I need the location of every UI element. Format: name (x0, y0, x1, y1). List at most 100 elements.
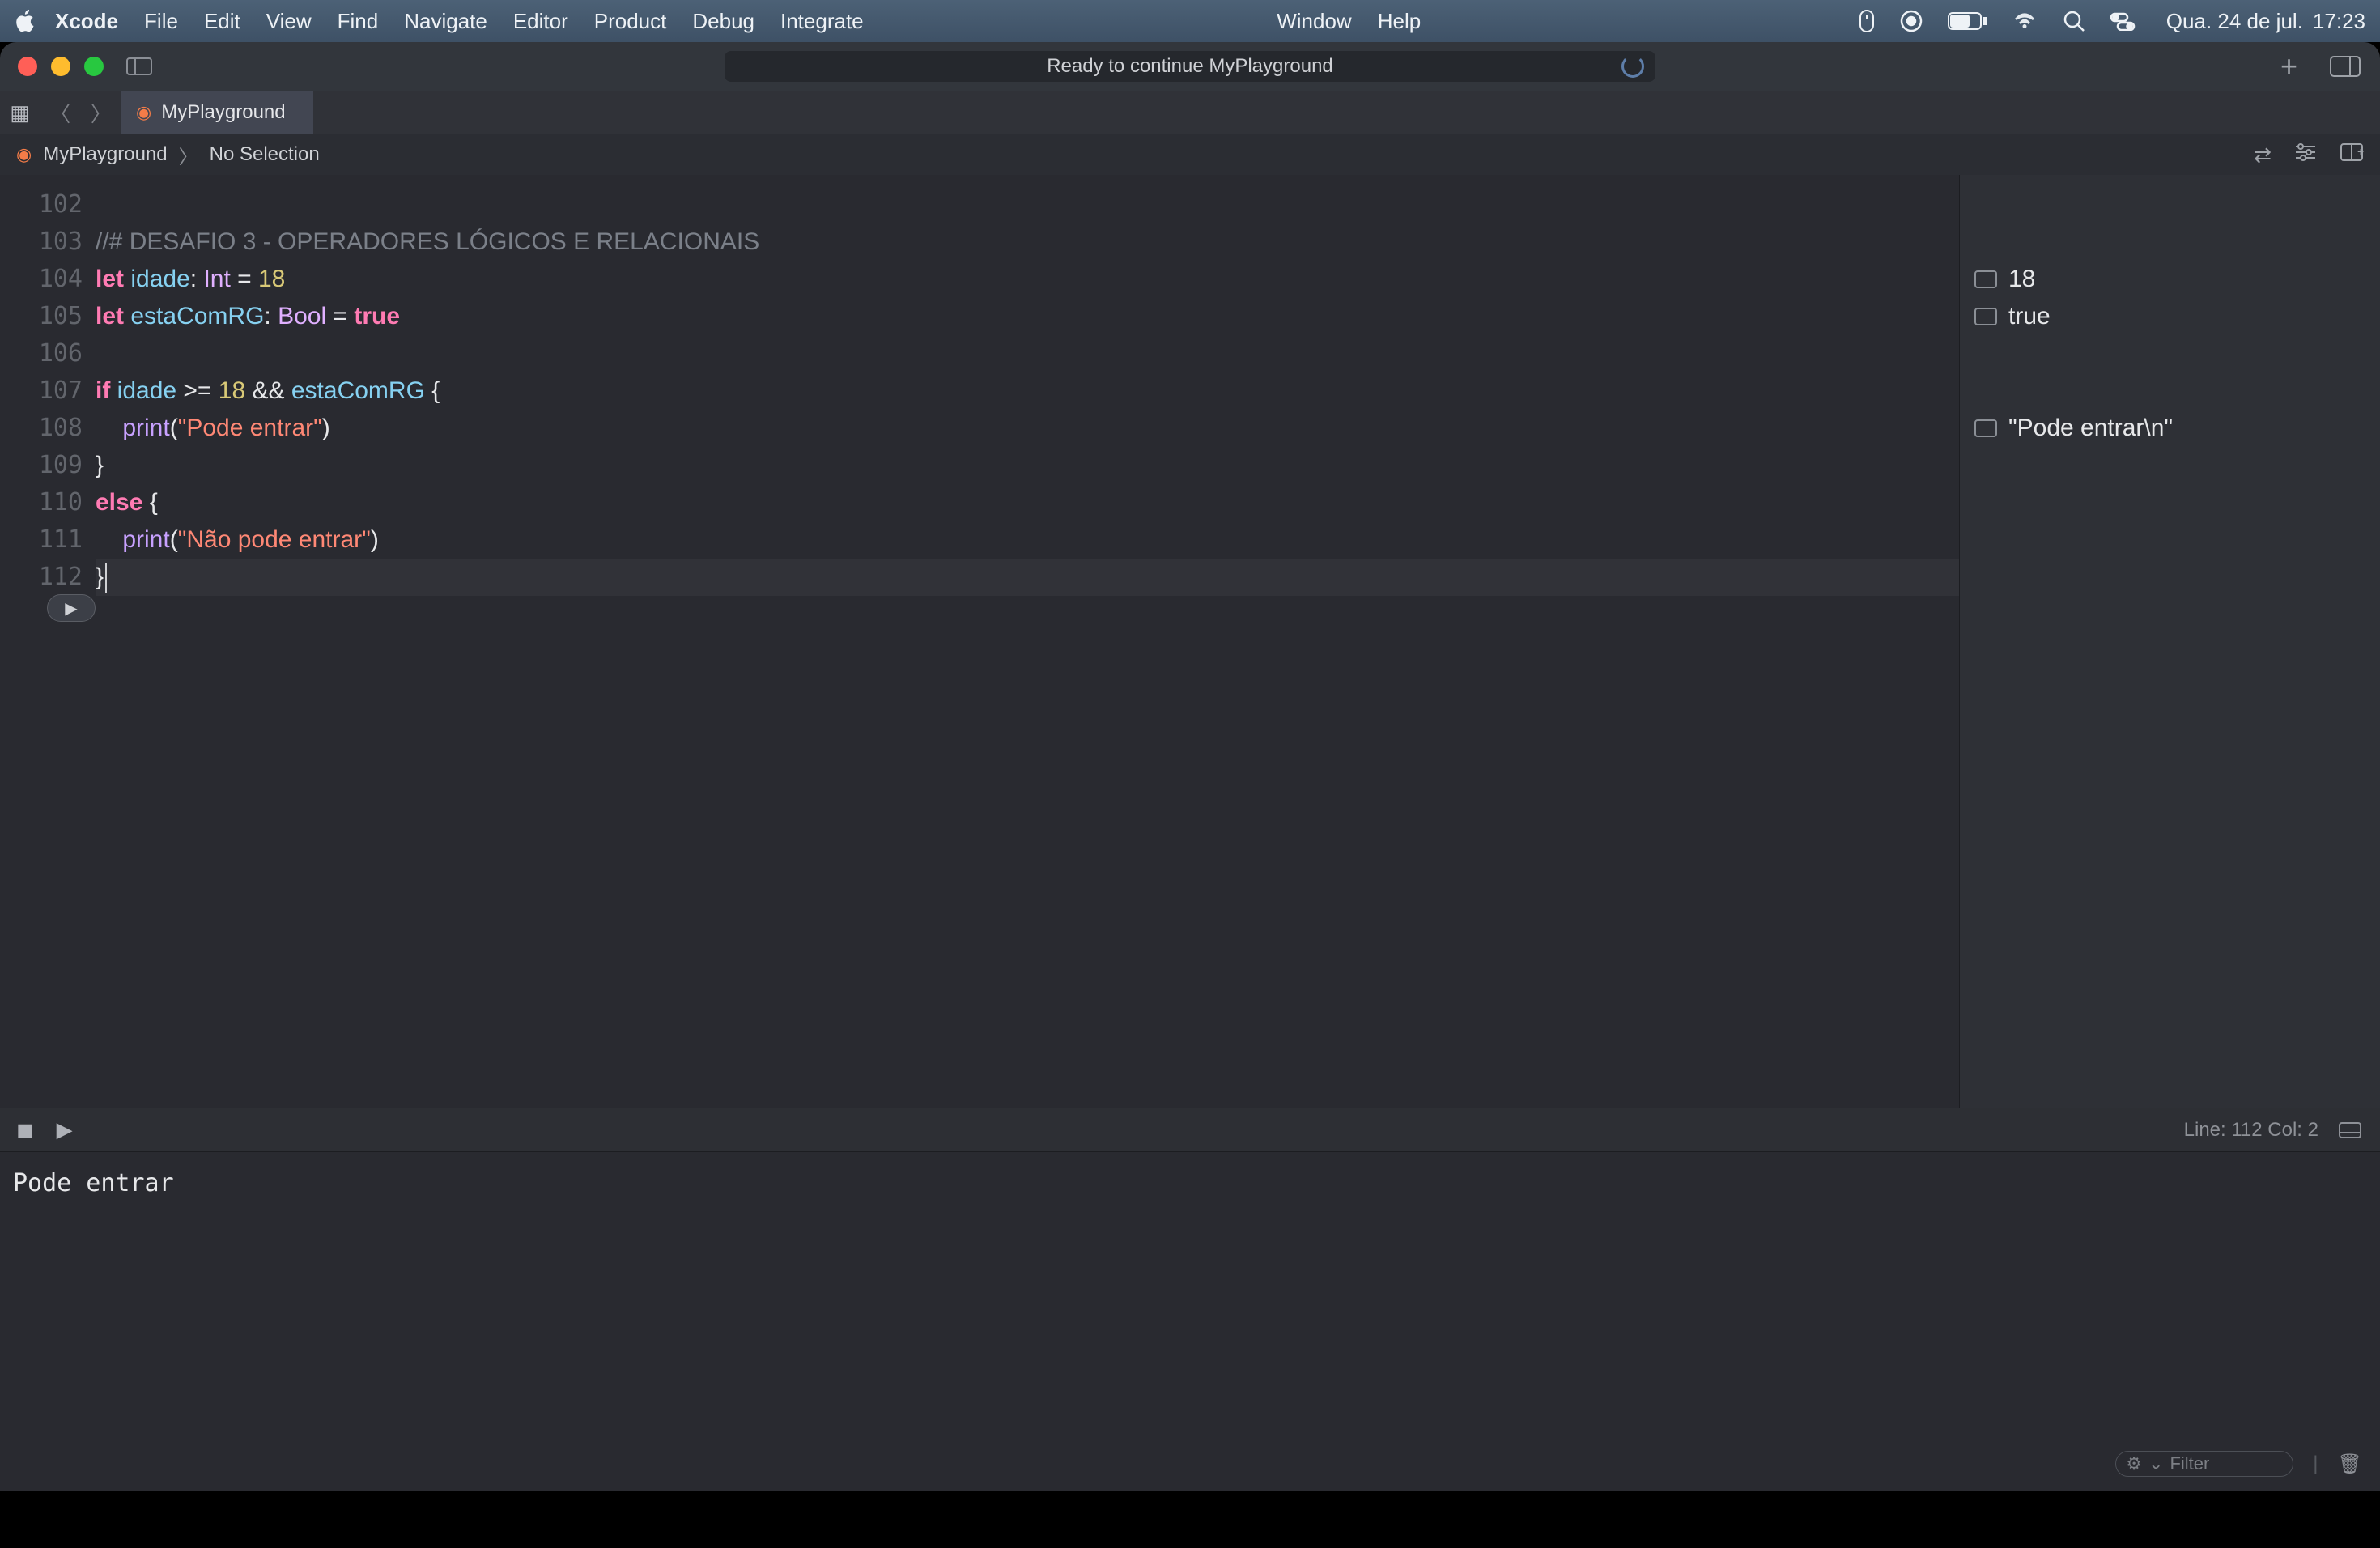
result-row (1960, 186, 2380, 223)
line-gutter: 102103104105106107108109110111112 (0, 175, 96, 1108)
left-sidebar-toggle[interactable] (126, 57, 152, 75)
screen-record-icon[interactable] (1899, 9, 1923, 33)
mouse-icon[interactable] (1859, 9, 1875, 33)
code-line[interactable]: else { (96, 484, 1959, 521)
line-number: 107 (0, 372, 96, 410)
crumb-selection[interactable]: No Selection (210, 143, 320, 166)
menu-debug[interactable]: Debug (692, 9, 754, 34)
result-row[interactable]: "Pode entrar\n" (1960, 410, 2380, 447)
result-value: true (2008, 298, 2051, 335)
tab-bar: ▦ 〈 〉 ◉ MyPlayground (0, 91, 2380, 134)
menu-app[interactable]: Xcode (55, 9, 118, 34)
battery-icon[interactable] (1948, 11, 1987, 31)
crumb-root[interactable]: MyPlayground (43, 143, 167, 166)
line-number: 102 (0, 186, 96, 223)
run-playground-button[interactable]: ▶ (47, 594, 96, 622)
console-filter[interactable]: ⚙ ⌄ Filter (2115, 1451, 2293, 1477)
line-number: 112 (0, 559, 96, 596)
result-row (1960, 223, 2380, 261)
right-sidebar-toggle[interactable] (2330, 56, 2361, 77)
close-button[interactable] (18, 57, 37, 76)
related-items-icon[interactable]: ▦ (10, 100, 30, 125)
code-line[interactable]: } (96, 447, 1959, 484)
current-line-highlight (96, 559, 1959, 596)
swift-icon: ◉ (16, 144, 32, 165)
add-editor-icon[interactable]: + (2340, 142, 2364, 168)
nav-back-icon[interactable]: 〈 (49, 98, 70, 128)
quicklook-icon[interactable] (1974, 270, 1997, 288)
line-number: 103 (0, 223, 96, 261)
cursor-position: Line: 112 Col: 2 (2184, 1119, 2318, 1142)
debug-toolbar: ◼ ▶ Line: 112 Col: 2 (0, 1108, 2380, 1151)
line-number: 111 (0, 521, 96, 559)
zoom-button[interactable] (84, 57, 104, 76)
result-row (1960, 372, 2380, 410)
apple-logo-icon[interactable] (15, 9, 36, 33)
code-line[interactable]: if idade >= 18 && estaComRG { (96, 372, 1959, 410)
result-row (1960, 335, 2380, 372)
line-number: 106 (0, 335, 96, 372)
chevron-down-icon: ⌄ (2148, 1453, 2163, 1474)
activity-status[interactable]: Ready to continue MyPlayground (725, 51, 1655, 82)
code-line[interactable]: //# DESAFIO 3 - OPERADORES LÓGICOS E REL… (96, 223, 1959, 261)
menubar-date[interactable]: Qua. 24 de jul. (2166, 9, 2303, 34)
menu-help[interactable]: Help (1378, 9, 1421, 34)
wifi-icon[interactable] (2011, 11, 2038, 32)
line-number: 104 (0, 261, 96, 298)
play-button[interactable]: ▶ (57, 1117, 73, 1142)
menu-file[interactable]: File (144, 9, 178, 34)
window-titlebar: Ready to continue MyPlayground + (0, 42, 2380, 91)
menu-find[interactable]: Find (338, 9, 379, 34)
menu-edit[interactable]: Edit (204, 9, 240, 34)
nav-forward-icon[interactable]: 〉 (91, 98, 112, 128)
line-number: 105 (0, 298, 96, 335)
menubar-time[interactable]: 17:23 (2313, 9, 2365, 34)
menu-window[interactable]: Window (1277, 9, 1351, 34)
pane-split-icon[interactable] (2338, 1121, 2362, 1139)
menu-product[interactable]: Product (594, 9, 667, 34)
line-number: 109 (0, 447, 96, 484)
jump-bar: ◉ MyPlayground 〉 No Selection ⇄ + (0, 134, 2380, 175)
cycle-icon[interactable]: ⇄ (2254, 142, 2272, 168)
adjust-editor-icon[interactable] (2294, 142, 2317, 168)
tab-myplayground[interactable]: ◉ MyPlayground (121, 91, 313, 134)
code-editor[interactable]: //# DESAFIO 3 - OPERADORES LÓGICOS E REL… (96, 175, 1959, 1108)
status-text: Ready to continue MyPlayground (1047, 55, 1333, 78)
menu-editor[interactable]: Editor (513, 9, 568, 34)
result-row[interactable]: 18 (1960, 261, 2380, 298)
spotlight-icon[interactable] (2063, 10, 2085, 32)
result-value: 18 (2008, 261, 2035, 298)
menu-navigate[interactable]: Navigate (404, 9, 487, 34)
code-line[interactable] (96, 186, 1959, 223)
filter-placeholder: Filter (2170, 1453, 2209, 1474)
code-line[interactable]: print("Não pode entrar") (96, 521, 1959, 559)
line-number: 110 (0, 484, 96, 521)
divider: | (2313, 1452, 2318, 1475)
filter-icon: ⚙ (2126, 1453, 2142, 1474)
control-center-icon[interactable] (2110, 11, 2136, 31)
macos-menubar: Xcode File Edit View Find Navigate Edito… (0, 0, 2380, 42)
quicklook-icon[interactable] (1974, 308, 1997, 325)
quicklook-icon[interactable] (1974, 419, 1997, 437)
result-row[interactable]: true (1960, 298, 2380, 335)
line-number: 108 (0, 410, 96, 447)
results-sidebar: 18true "Pode entrar\n" (1959, 175, 2380, 1108)
console-area: Pode entrar ⚙ ⌄ Filter | 🗑 (0, 1151, 2380, 1491)
menu-view[interactable]: View (266, 9, 312, 34)
minimize-button[interactable] (51, 57, 70, 76)
editor-split: 102103104105106107108109110111112 //# DE… (0, 175, 2380, 1108)
code-line[interactable] (96, 335, 1959, 372)
trash-icon[interactable]: 🗑 (2338, 1452, 2362, 1476)
svg-text:+: + (2357, 145, 2364, 158)
code-line[interactable]: let idade: Int = 18 (96, 261, 1959, 298)
code-line[interactable]: print("Pode entrar") (96, 410, 1959, 447)
tab-label: MyPlayground (161, 101, 285, 124)
result-value: "Pode entrar\n" (2008, 410, 2173, 447)
menu-integrate[interactable]: Integrate (780, 9, 864, 34)
stop-button[interactable]: ◼ (16, 1117, 34, 1142)
console-output[interactable]: Pode entrar (13, 1167, 2367, 1201)
add-tab-button[interactable]: + (2280, 49, 2297, 83)
chevron-right-icon: 〉 (179, 141, 198, 169)
swift-icon: ◉ (136, 102, 151, 123)
code-line[interactable]: let estaComRG: Bool = true (96, 298, 1959, 335)
